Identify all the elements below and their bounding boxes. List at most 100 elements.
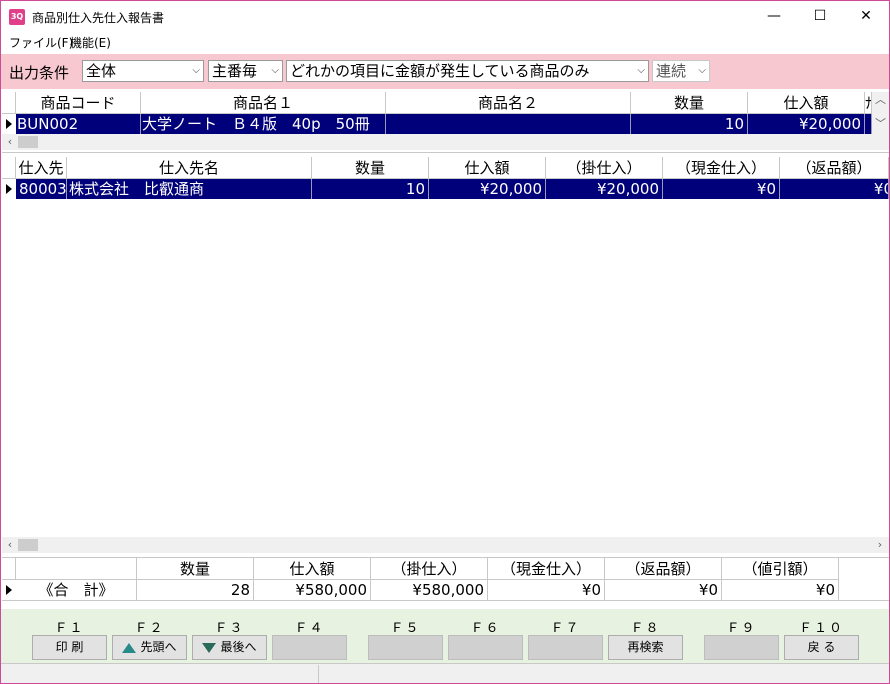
- scroll-left-icon[interactable]: ‹: [2, 134, 18, 150]
- scope-value: 全体: [86, 62, 117, 80]
- total-discount: ¥0: [722, 580, 839, 600]
- total-cash: ¥0: [488, 580, 605, 600]
- col-quantity[interactable]: 数量: [631, 92, 748, 114]
- f6-button[interactable]: [448, 635, 523, 660]
- col-total-discount: （値引額）: [722, 558, 839, 580]
- chevron-down-icon: ⌵: [637, 65, 645, 76]
- f7-button[interactable]: [528, 635, 603, 660]
- order-value: 主番毎: [212, 62, 258, 80]
- col-cash-purchase[interactable]: （現金仕入）: [663, 157, 780, 179]
- cell-returns[interactable]: ¥0: [780, 179, 889, 199]
- product-hscroll[interactable]: ‹: [2, 134, 889, 150]
- total-quantity: 28: [137, 580, 254, 600]
- chevron-down-icon: ⌵: [271, 65, 279, 76]
- f9-button[interactable]: [704, 635, 779, 660]
- cell-credit-purchase[interactable]: ¥20,000: [546, 179, 663, 199]
- supplier-hscroll[interactable]: ‹ ›: [2, 537, 889, 553]
- fkey-label-f3: Ｆ３: [214, 621, 245, 636]
- cell-next-cut[interactable]: [865, 114, 872, 134]
- last-record-label: 最後へ: [220, 640, 257, 654]
- col-product-name2[interactable]: 商品名２: [386, 92, 631, 114]
- order-select[interactable]: 主番毎 ⌵: [208, 60, 283, 82]
- cell-supplier-code[interactable]: 80003: [16, 179, 67, 199]
- cell-quantity[interactable]: 10: [631, 114, 748, 134]
- scroll-left-icon[interactable]: ‹: [2, 537, 18, 553]
- scroll-thumb[interactable]: [18, 136, 38, 148]
- fkey-label-f5: Ｆ５: [390, 621, 421, 636]
- col-supplier-code[interactable]: 仕入先: [16, 157, 67, 179]
- fkey-label-f10: Ｆ１０: [798, 621, 844, 636]
- total-grid: 数量 仕入額 （掛仕入） （現金仕入） （返品額） （値引額） 《合 計》 28…: [2, 557, 889, 601]
- total-amount: ¥580,000: [254, 580, 371, 600]
- f4-button[interactable]: [272, 635, 347, 660]
- row-header-corner: [2, 558, 16, 580]
- total-credit: ¥580,000: [371, 580, 488, 600]
- filter-select[interactable]: どれかの項目に金額が発生している商品のみ ⌵: [286, 60, 649, 82]
- col-total-credit: （掛仕入）: [371, 558, 488, 580]
- row-header-corner: [2, 157, 16, 179]
- menu-function[interactable]: 機能(E): [70, 34, 111, 51]
- research-button[interactable]: 再検索: [608, 635, 683, 660]
- print-button[interactable]: 印 刷: [32, 635, 107, 660]
- cell-purchase-amount[interactable]: ¥20,000: [748, 114, 865, 134]
- total-label: 《合 計》: [16, 580, 137, 600]
- total-returns: ¥0: [605, 580, 722, 600]
- fkey-label-f4: Ｆ４: [294, 621, 325, 636]
- product-grid: 商品コード 商品名１ 商品名２ 数量 仕入額 ﾅ BUN002 大学ノート Ｂ４…: [2, 92, 889, 153]
- first-record-button[interactable]: 先頭へ: [112, 635, 187, 660]
- col-credit-purchase[interactable]: （掛仕入）: [546, 157, 663, 179]
- cell-product-name2[interactable]: [386, 114, 631, 134]
- scroll-up-icon[interactable]: ︿: [872, 92, 889, 108]
- status-cell: [1, 665, 319, 683]
- scroll-down-icon[interactable]: ﹀: [872, 116, 889, 132]
- cell-purchase-amount[interactable]: ¥20,000: [429, 179, 546, 199]
- minimize-button[interactable]: —: [751, 1, 797, 32]
- scope-select[interactable]: 全体 ⌵: [82, 60, 204, 82]
- col-purchase-amount[interactable]: 仕入額: [429, 157, 546, 179]
- fkey-label-f7: Ｆ７: [550, 621, 581, 636]
- cell-product-name1[interactable]: 大学ノート Ｂ４版 40p 50冊: [141, 114, 386, 134]
- col-supplier-name[interactable]: 仕入先名: [67, 157, 312, 179]
- down-arrow-icon: [202, 642, 217, 653]
- mode-value: 連続: [656, 62, 687, 80]
- last-record-button[interactable]: 最後へ: [192, 635, 267, 660]
- fkey-label-f1: Ｆ１: [54, 621, 85, 636]
- col-total-amount: 仕入額: [254, 558, 371, 580]
- status-bar: [1, 663, 889, 683]
- menu-file[interactable]: ファイル(F): [9, 34, 73, 51]
- filter-value: どれかの項目に金額が発生している商品のみ: [290, 62, 590, 80]
- app-icon: 3Q: [9, 9, 25, 25]
- row-marker-icon: [6, 585, 12, 595]
- col-total-returns: （返品額）: [605, 558, 722, 580]
- col-returns[interactable]: （返品額）: [780, 157, 889, 179]
- col-purchase-amount[interactable]: 仕入額: [748, 92, 865, 114]
- up-arrow-icon: [122, 642, 137, 653]
- col-quantity[interactable]: 数量: [312, 157, 429, 179]
- close-button[interactable]: ✕: [843, 1, 889, 32]
- fkey-label-f6: Ｆ６: [470, 621, 501, 636]
- title-bar: 3Q 商品別仕入先仕入報告書 — ☐ ✕: [1, 1, 889, 32]
- product-vscroll[interactable]: ︿ ﹀: [872, 92, 889, 134]
- scroll-thumb[interactable]: [18, 539, 38, 551]
- mode-select[interactable]: 連続 ⌵: [652, 60, 710, 82]
- row-selected-icon: [6, 119, 12, 129]
- status-cell: [319, 665, 889, 683]
- cell-cash-purchase[interactable]: ¥0: [663, 179, 780, 199]
- chevron-down-icon: ⌵: [698, 65, 706, 76]
- col-product-code[interactable]: 商品コード: [16, 92, 141, 114]
- scroll-right-icon[interactable]: ›: [872, 537, 888, 553]
- cell-quantity[interactable]: 10: [312, 179, 429, 199]
- col-product-name1[interactable]: 商品名１: [141, 92, 386, 114]
- cell-product-code[interactable]: BUN002: [16, 114, 141, 134]
- maximize-button[interactable]: ☐: [797, 1, 843, 32]
- fkey-label-f8: Ｆ８: [630, 621, 661, 636]
- cell-supplier-name[interactable]: 株式会社 比叡通商: [67, 179, 312, 199]
- fkey-label-f2: Ｆ２: [134, 621, 165, 636]
- row-header-corner: [2, 92, 16, 114]
- first-record-label: 先頭へ: [140, 640, 177, 654]
- col-total-quantity: 数量: [137, 558, 254, 580]
- col-total-cash: （現金仕入）: [488, 558, 605, 580]
- f5-button[interactable]: [368, 635, 443, 660]
- output-conditions-bar: 出力条件 全体 ⌵ 主番毎 ⌵ どれかの項目に金額が発生している商品のみ ⌵ 連…: [1, 54, 889, 89]
- back-button[interactable]: 戻 る: [784, 635, 859, 660]
